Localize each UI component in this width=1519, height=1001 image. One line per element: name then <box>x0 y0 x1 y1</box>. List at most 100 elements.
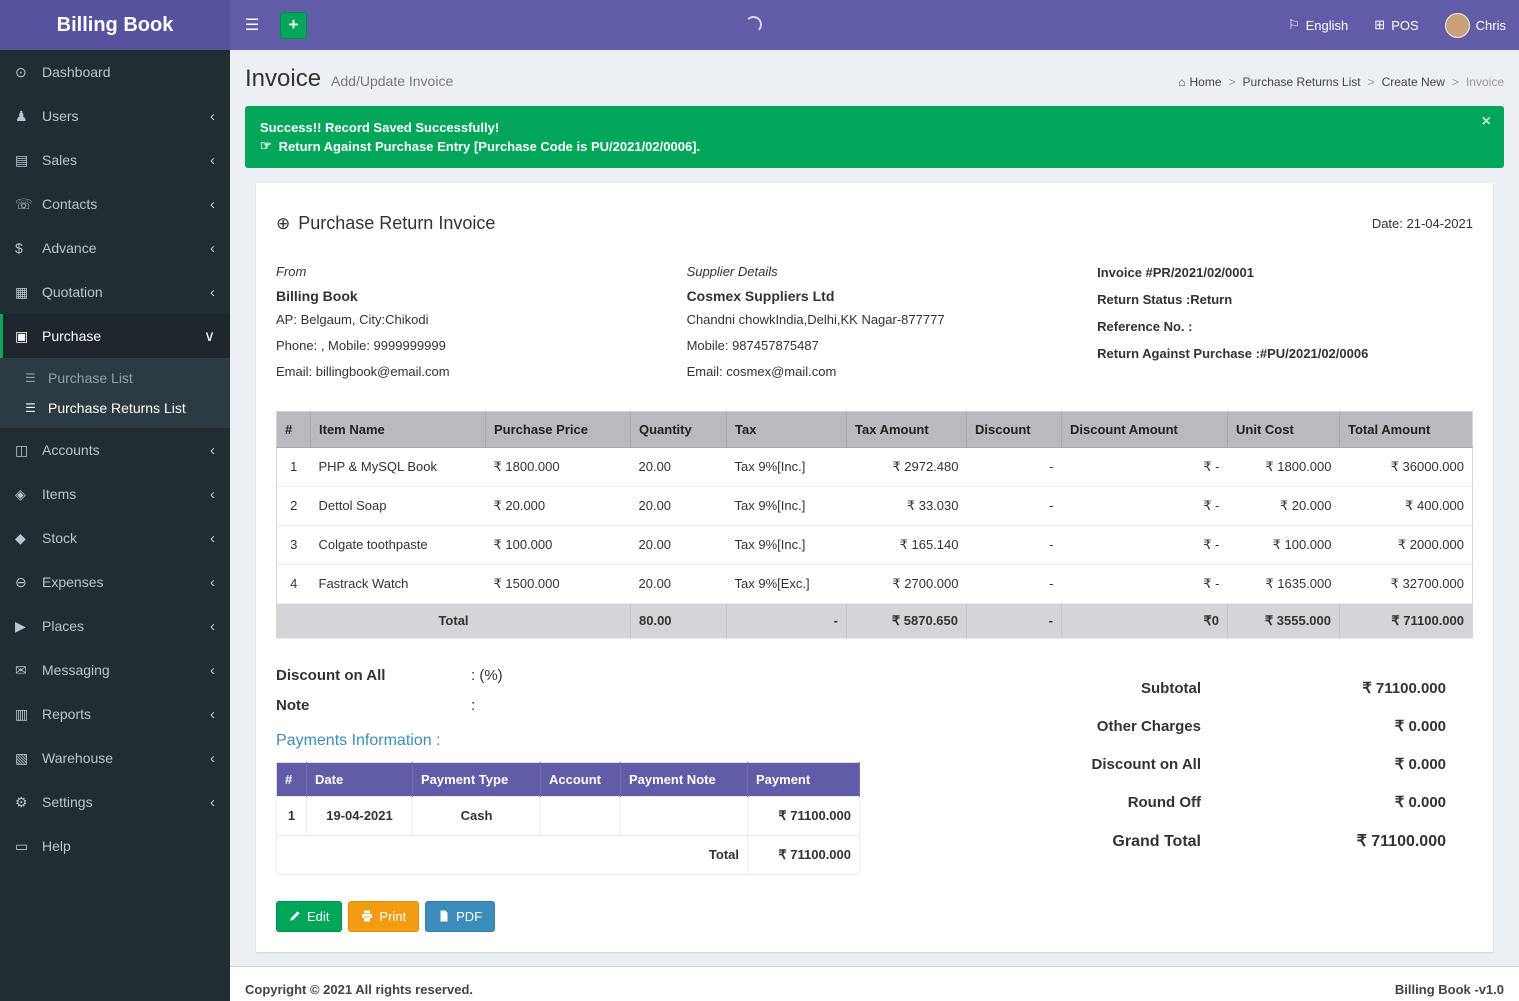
sidebar-item-stock[interactable]: ◆ Stock ‹ <box>0 516 230 560</box>
sidebar-item-quotation[interactable]: ▦ Quotation ‹ <box>0 270 230 314</box>
table-row: 4 Fastrack Watch ₹ 1500.000 20.00 Tax 9%… <box>277 564 1473 603</box>
item-quantity: 20.00 <box>631 447 727 486</box>
breadcrumb-create-new[interactable]: Create New <box>1382 75 1445 89</box>
dollar-icon: $ <box>15 240 42 256</box>
sidebar-subitem-purchase-returns-list[interactable]: ☰ Purchase Returns List <box>0 393 230 423</box>
payment-row: 1 19-04-2021 Cash ₹ 71100.000 <box>277 796 860 835</box>
chevron-left-icon: ‹ <box>210 706 215 723</box>
sidebar-item-help[interactable]: ▭ Help <box>0 824 230 868</box>
sidebar-item-reports[interactable]: ▥ Reports ‹ <box>0 692 230 736</box>
chevron-left-icon: ‹ <box>210 284 215 301</box>
footer-version: Billing Book -v1.0 <box>1395 982 1504 997</box>
sidebar-item-advance[interactable]: $ Advance ‹ <box>0 226 230 270</box>
app-logo[interactable]: Billing Book <box>0 0 230 50</box>
sidebar-menu-top: ⊙ Dashboard ♟ Users ‹ ▤ Sales ‹ ☏ Contac… <box>0 50 230 314</box>
payments-total-label: Total <box>277 835 748 874</box>
item-quantity: 20.00 <box>631 564 727 603</box>
footer-copyright: Copyright © 2021 All rights reserved. <box>245 982 473 997</box>
return-status: Return Status :Return <box>1097 291 1473 310</box>
table-row: 1 PHP & MySQL Book ₹ 1800.000 20.00 Tax … <box>277 447 1473 486</box>
quick-add-button[interactable]: + <box>280 12 307 39</box>
sidebar-item-label: Reports <box>42 706 91 722</box>
summary-label: Grand Total <box>1023 833 1201 851</box>
item-tax: Tax 9%[Inc.] <box>727 447 847 486</box>
breadcrumb-purchase-returns-list[interactable]: Purchase Returns List <box>1243 75 1361 89</box>
sidebar-item-label: Help <box>42 838 71 854</box>
supplier-address: Chandni chowkIndia,Delhi,KK Nagar-877777 <box>687 311 1098 330</box>
supplier-mobile: Mobile: 987457875487 <box>687 337 1098 356</box>
items-table-header: Tax Amount <box>847 411 967 447</box>
item-tax: Tax 9%[Inc.] <box>727 525 847 564</box>
discount-on-all-value: : (%) <box>471 667 503 684</box>
chevron-left-icon: ‹ <box>210 442 215 459</box>
action-buttons: Edit Print PDF <box>276 901 1023 932</box>
print-button[interactable]: Print <box>348 901 419 932</box>
summary-value: ₹ 71100.000 <box>1201 679 1446 697</box>
payments-table-header: Account <box>541 762 621 796</box>
sidebar-item-warehouse[interactable]: ▧ Warehouse ‹ <box>0 736 230 780</box>
chevron-left-icon: ‹ <box>210 152 215 169</box>
chevron-left-icon: ‹ <box>210 662 215 679</box>
sidebar-item-purchase[interactable]: ▣ Purchase ∨ <box>0 314 230 358</box>
payments-header-row: #DatePayment TypeAccountPayment NotePaym… <box>277 762 860 796</box>
breadcrumb-separator: > <box>1368 75 1375 89</box>
payments-table-header: Payment <box>748 762 860 796</box>
language-menu[interactable]: ⚐ English <box>1275 0 1361 50</box>
from-company: Billing Book <box>276 288 687 304</box>
from-email: Email: billingbook@email.com <box>276 363 687 382</box>
invoice-lower-left: Discount on All : (%) Note : Payments In… <box>276 667 1023 932</box>
breadcrumb-home[interactable]: ⌂ Home <box>1178 75 1221 89</box>
supplier-company: Cosmex Suppliers Ltd <box>687 288 1098 304</box>
navbar-right: ⚐ English ⊞ POS Chris <box>1275 0 1519 50</box>
sidebar-item-contacts[interactable]: ☏ Contacts ‹ <box>0 182 230 226</box>
pos-button[interactable]: ⊞ POS <box>1361 0 1431 50</box>
item-name: Colgate toothpaste <box>311 525 486 564</box>
payments-heading: Payments Information : <box>276 732 1023 750</box>
summary-row: Grand Total ₹ 71100.000 <box>1023 831 1446 851</box>
item-tax-amount: ₹ 165.140 <box>847 525 967 564</box>
items-table-header: # <box>277 411 311 447</box>
sidebar-toggle-button[interactable]: ☰ <box>230 0 274 50</box>
item-unit-cost: ₹ 20.000 <box>1228 486 1340 525</box>
summary-row: Subtotal ₹ 71100.000 <box>1023 679 1446 697</box>
invoice-title: Purchase Return Invoice <box>298 213 495 234</box>
sidebar-item-items[interactable]: ◈ Items ‹ <box>0 472 230 516</box>
sidebar-item-places[interactable]: ▶ Places ‹ <box>0 604 230 648</box>
sidebar-subitem-label: Purchase Returns List <box>48 400 186 416</box>
paper-plane-icon: ▶ <box>15 618 42 635</box>
sidebar-item-label: Places <box>42 618 84 634</box>
items-table-header: Item Name <box>311 411 486 447</box>
sidebar-item-accounts[interactable]: ◫ Accounts ‹ <box>0 428 230 472</box>
top-navbar: ☰ + ⚐ English ⊞ POS Chris <box>230 0 1519 50</box>
invoice-meta: Invoice #PR/2021/02/0001 Return Status :… <box>1097 264 1473 389</box>
summary-row: Discount on All ₹ 0.000 <box>1023 755 1446 773</box>
envelope-icon: ✉ <box>15 662 42 679</box>
item-total-amount: ₹ 32700.000 <box>1340 564 1473 603</box>
close-icon[interactable]: × <box>1482 113 1491 131</box>
item-name: Fastrack Watch <box>311 564 486 603</box>
items-table-header: Total Amount <box>1340 411 1473 447</box>
sidebar-item-sales[interactable]: ▤ Sales ‹ <box>0 138 230 182</box>
item-discount-amount: ₹ - <box>1062 564 1228 603</box>
sidebar-item-settings[interactable]: ⚙ Settings ‹ <box>0 780 230 824</box>
chevron-down-icon: ∨ <box>204 327 215 345</box>
sidebar-item-messaging[interactable]: ✉ Messaging ‹ <box>0 648 230 692</box>
summary-label: Other Charges <box>1023 718 1201 735</box>
sidebar-item-dashboard[interactable]: ⊙ Dashboard <box>0 50 230 94</box>
sidebar-item-users[interactable]: ♟ Users ‹ <box>0 94 230 138</box>
pdf-button[interactable]: PDF <box>425 901 495 932</box>
item-name: PHP & MySQL Book <box>311 447 486 486</box>
edit-button[interactable]: Edit <box>276 901 342 932</box>
main-header: Billing Book ☰ + ⚐ English ⊞ POS Chris <box>0 0 1519 50</box>
payments-table-header: Payment Note <box>621 762 748 796</box>
sidebar-item-expenses[interactable]: ⊖ Expenses ‹ <box>0 560 230 604</box>
user-menu[interactable]: Chris <box>1432 0 1519 50</box>
return-against-purchase: Return Against Purchase :#PU/2021/02/000… <box>1097 345 1473 364</box>
sidebar-item-label: Accounts <box>42 442 100 458</box>
breadcrumb-separator: > <box>1229 75 1236 89</box>
chart-icon: ▥ <box>15 706 42 723</box>
calendar-icon: ▦ <box>15 284 42 301</box>
note-row: Note : <box>276 697 1023 714</box>
item-index: 4 <box>277 564 311 603</box>
sidebar-subitem-purchase-list[interactable]: ☰ Purchase List <box>0 363 230 393</box>
